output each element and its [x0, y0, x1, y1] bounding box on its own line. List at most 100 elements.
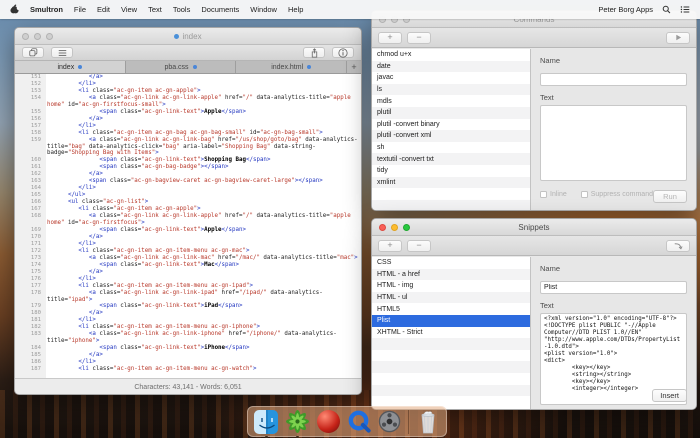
reel-app-icon[interactable]: [378, 409, 403, 434]
info-button[interactable]: [332, 47, 354, 58]
command-text-area[interactable]: [540, 105, 687, 181]
editor-toolbar: [15, 45, 361, 61]
code-line: 179 <span class="ac-gn-link-text">iPad</…: [15, 303, 361, 310]
code-line: 184 <span class="ac-gn-link-text">iPhone…: [15, 345, 361, 352]
zoom-button[interactable]: [46, 33, 53, 40]
empty-row: [372, 373, 530, 385]
menu-tools[interactable]: Tools: [173, 5, 191, 14]
command-list-item[interactable]: mdls: [372, 95, 530, 107]
code-line: 166 <ul class="ac-gn-list">: [15, 199, 361, 206]
code-line: 151 </a>: [15, 74, 361, 81]
minimize-button[interactable]: [391, 224, 398, 231]
snippet-name-input[interactable]: [540, 281, 687, 294]
menu-file[interactable]: File: [74, 5, 86, 14]
command-list-item[interactable]: plutil -convert binary: [372, 119, 530, 131]
code-line: 152 </li>: [15, 81, 361, 88]
menu-bar: Smultron File Edit View Text Tools Documents Wi…: [0, 0, 700, 19]
code-line: 186 </li>: [15, 359, 361, 366]
red-sphere-app-icon[interactable]: [316, 409, 341, 434]
menu-documents[interactable]: Documents: [201, 5, 239, 14]
snippet-list-item[interactable]: XHTML - Strict: [372, 327, 530, 339]
empty-row: [372, 361, 530, 373]
snippets-titlebar[interactable]: Snippets: [372, 219, 696, 236]
menu-help[interactable]: Help: [288, 5, 303, 14]
editor-titlebar[interactable]: index: [15, 28, 361, 45]
notification-center-icon[interactable]: [680, 5, 690, 14]
insert-button[interactable]: Insert: [652, 389, 687, 402]
function-list-button[interactable]: [51, 47, 73, 58]
command-list-item[interactable]: tidy: [372, 165, 530, 177]
minimize-button[interactable]: [34, 33, 41, 40]
command-list-item[interactable]: plutil -convert xml: [372, 130, 530, 142]
finder-icon[interactable]: [254, 409, 279, 434]
command-list-item[interactable]: date: [372, 61, 530, 73]
menu-window[interactable]: Window: [250, 5, 277, 14]
command-list-item[interactable]: ls: [372, 84, 530, 96]
remove-command-button[interactable]: −: [407, 32, 431, 44]
code-editor[interactable]: 151 </a>152 </li>153 <li class="ac-gn-it…: [15, 74, 361, 378]
empty-row: [372, 200, 530, 210]
spotlight-search-icon[interactable]: [662, 5, 671, 14]
snippet-list-item[interactable]: HTML5: [372, 303, 530, 315]
command-list-item[interactable]: textutil -convert txt: [372, 153, 530, 165]
new-document-button[interactable]: [22, 47, 44, 58]
close-button[interactable]: [22, 33, 29, 40]
snippet-list-item[interactable]: HTML - img: [372, 280, 530, 292]
tab-index[interactable]: index: [15, 61, 126, 73]
command-list-item[interactable]: xmlint: [372, 177, 530, 189]
code-line: 153 <li class="ac-gn-item ac-gn-apple">: [15, 88, 361, 95]
menu-text[interactable]: Text: [148, 5, 162, 14]
snippet-list-item[interactable]: HTML - ul: [372, 292, 530, 304]
insert-arrow-icon-button[interactable]: [666, 240, 690, 252]
menubar-app-title[interactable]: Peter Borg Apps: [598, 5, 653, 14]
snippet-list-item[interactable]: HTML - a href: [372, 269, 530, 281]
empty-row: [372, 350, 530, 362]
apple-menu-icon[interactable]: [10, 4, 19, 15]
run-command-icon-button[interactable]: [666, 32, 690, 44]
run-button[interactable]: Run: [653, 190, 687, 203]
command-list-item[interactable]: chmod u+x: [372, 49, 530, 61]
add-snippet-button[interactable]: +: [378, 240, 402, 252]
code-line: 167 <li class="ac-gn-item ac-gn-apple">: [15, 206, 361, 213]
snippets-window: Snippets + − CSSHTML - a hrefHTML - imgH…: [371, 218, 697, 410]
close-button[interactable]: [379, 224, 386, 231]
commands-toolbar: + −: [372, 28, 696, 48]
tab-pba-css[interactable]: pba.css: [126, 61, 237, 73]
snippets-form: Name Text <?xml version="1.0" encoding="…: [531, 257, 696, 409]
snippet-list-item[interactable]: Plist: [372, 315, 530, 327]
code-line: 182 <li class="ac-gn-item ac-gn-item-men…: [15, 324, 361, 331]
code-line: 185 </a>: [15, 352, 361, 359]
desktop: Smultron File Edit View Text Tools Documents Wi…: [0, 0, 700, 438]
trash-icon[interactable]: [415, 409, 440, 434]
dock-divider: [408, 410, 409, 434]
menu-edit[interactable]: Edit: [97, 5, 110, 14]
snippet-list-item[interactable]: CSS: [372, 257, 530, 269]
quicktime-icon[interactable]: [347, 409, 372, 434]
command-list-item[interactable]: sh: [372, 142, 530, 154]
tab-index-html[interactable]: index.html: [236, 61, 347, 73]
editor-statusbar: Characters: 43,141 - Words: 6,051: [15, 378, 361, 395]
commands-form: Name Text Inline Suppress command result…: [531, 49, 696, 210]
smultron-icon[interactable]: [285, 409, 310, 434]
command-list-item[interactable]: plutil: [372, 107, 530, 119]
add-command-button[interactable]: +: [378, 32, 402, 44]
zoom-button[interactable]: [403, 224, 410, 231]
modified-dot-icon: [174, 34, 179, 39]
editor-window: index index pba.css: [14, 27, 362, 395]
menu-view[interactable]: View: [121, 5, 137, 14]
command-name-input[interactable]: [540, 73, 687, 86]
code-line: 165 </ul>: [15, 192, 361, 199]
code-line: 160 <span class="ac-gn-link-text">Shoppi…: [15, 157, 361, 164]
commands-window: Commands + − chmod u+xdatejavaclsmdlsplu…: [371, 10, 697, 211]
inline-checkbox[interactable]: Inline: [540, 191, 567, 198]
dock: [247, 406, 447, 437]
code-line: 168 <a class="ac-gn-link ac-gn-link-appl…: [15, 213, 361, 227]
remove-snippet-button[interactable]: −: [407, 240, 431, 252]
new-tab-button[interactable]: +: [347, 61, 361, 73]
share-button[interactable]: [303, 47, 325, 58]
code-line: 174 <span class="ac-gn-link-text">Mac</s…: [15, 262, 361, 269]
code-line: 154 <a class="ac-gn-link ac-gn-link-appl…: [15, 95, 361, 109]
code-line: 183 <a class="ac-gn-link ac-gn-link-ipho…: [15, 331, 361, 345]
command-list-item[interactable]: javac: [372, 72, 530, 84]
menu-smultron[interactable]: Smultron: [30, 5, 63, 14]
